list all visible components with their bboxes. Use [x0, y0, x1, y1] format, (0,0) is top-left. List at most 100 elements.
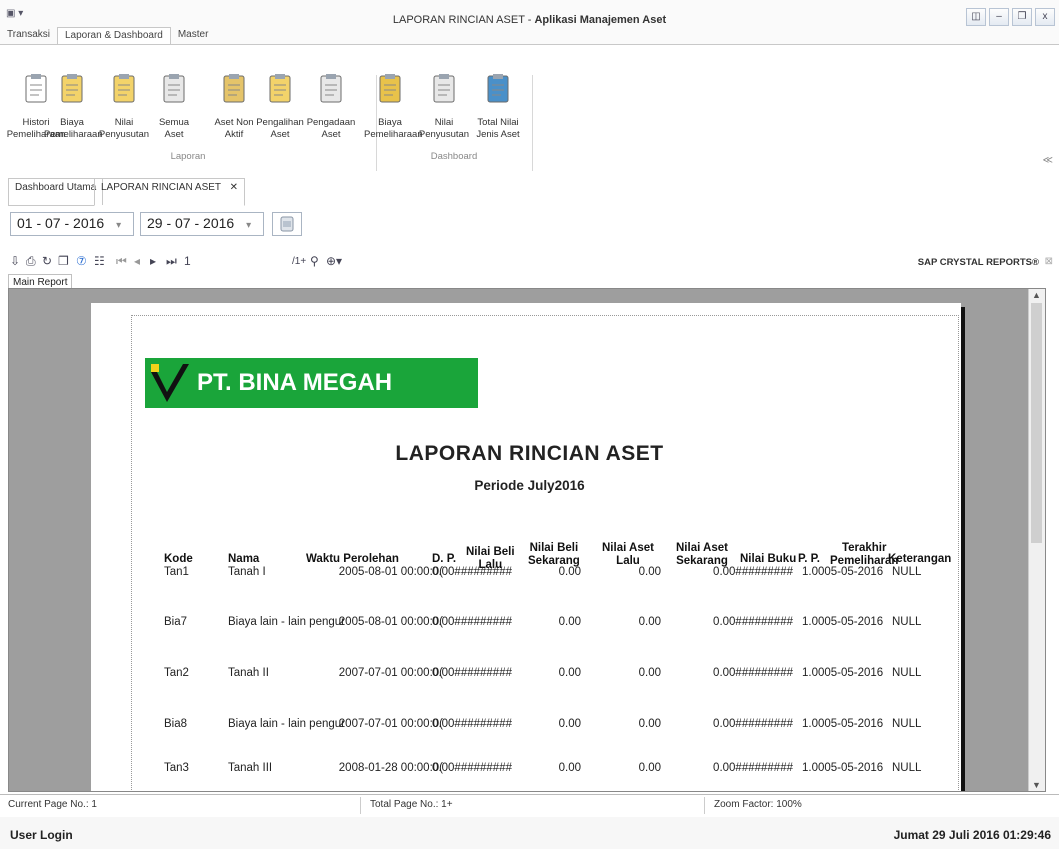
close-icon[interactable]: ⊠ — [1045, 256, 1053, 267]
tab-dashboard-utama[interactable]: Dashboard Utama — [8, 178, 104, 206]
close-tab-icon[interactable]: ✕ — [230, 182, 238, 193]
cell-nama: Tanah II — [228, 667, 269, 679]
ribbon-button-3[interactable]: Semua Aset — [152, 45, 196, 160]
area-chart-icon — [433, 73, 455, 103]
refresh-icon[interactable]: ↻ — [42, 254, 52, 268]
last-page-icon[interactable]: ⏭ — [166, 254, 177, 269]
vertical-scrollbar[interactable]: ▲ ▼ — [1028, 289, 1045, 791]
scroll-thumb[interactable] — [1031, 303, 1042, 543]
ribbon-button-label: Pengadaan Aset — [306, 117, 356, 140]
date-to-picker[interactable]: 29 - 07 - 2016 ▾ — [140, 212, 264, 236]
column-header: P. P. — [798, 553, 820, 565]
cell-waktu: 2007-07-01 00:00:0( — [338, 667, 443, 679]
minimize-button[interactable]: – — [989, 8, 1009, 26]
collapse-ribbon-icon[interactable]: ≪ — [1043, 155, 1053, 166]
column-header: Nilai Aset Sekarang — [676, 542, 728, 567]
dropdown-icon[interactable]: ▾ — [116, 220, 121, 231]
close-button[interactable]: x — [1035, 8, 1055, 26]
cell-pp_tp: 1.0005-05-2016 — [802, 762, 884, 774]
find-icon[interactable]: ⚲ — [310, 254, 319, 268]
ribbon-button-label: Biaya Pemeliharaan — [44, 117, 103, 140]
cell-nas_nbk: 0.00######### — [713, 718, 793, 730]
zoom-icon[interactable]: ⊕▾ — [326, 254, 342, 268]
cell-kode: Tan2 — [164, 667, 189, 679]
cell-kode: Tan3 — [164, 762, 189, 774]
cell-nbs: 0.00 — [558, 667, 581, 679]
status-separator — [360, 797, 361, 814]
ribbon-button-8[interactable]: Nilai Penyusutan — [416, 45, 472, 160]
ribbon-button-2[interactable]: Nilai Penyusutan — [94, 45, 154, 160]
cell-ket: NULL — [892, 667, 922, 679]
print-report-button[interactable] — [272, 212, 302, 236]
tab-transaksi[interactable]: Transaksi — [0, 27, 57, 44]
cell-pp_tp: 1.0005-05-2016 — [802, 616, 884, 628]
next-page-icon[interactable]: ▸ — [150, 254, 156, 268]
scroll-down-icon[interactable]: ▼ — [1032, 780, 1041, 790]
cell-nama: Biaya lain - lain pengur — [228, 616, 345, 628]
column-header: Keterangan — [888, 553, 952, 565]
title-bar: ▣ ▾ LAPORAN RINCIAN ASET - Aplikasi Mana… — [0, 0, 1059, 44]
ribbon-button-4[interactable]: Aset Non Aktif — [212, 45, 256, 160]
ribbon-button-1[interactable]: Biaya Pemeliharaan — [44, 45, 103, 160]
ribbon-button-7[interactable]: Biaya Pemeliharaan — [364, 45, 423, 160]
total-page-status: Total Page No.: 1+ — [370, 799, 453, 810]
ribbon-button-label: Nilai Penyusutan — [98, 117, 150, 140]
scroll-up-icon[interactable]: ▲ — [1032, 290, 1041, 300]
column-header: D. P. — [432, 553, 457, 565]
cell-ket: NULL — [892, 718, 922, 730]
cell-dp_nb: 0.00######### — [432, 566, 512, 578]
cell-nbs: 0.00 — [558, 616, 581, 628]
first-page-icon[interactable]: ⏮ — [116, 254, 127, 269]
copy-icon[interactable]: ❐ — [58, 254, 69, 268]
cell-nal: 0.00 — [638, 718, 661, 730]
clipboard-icon — [113, 73, 135, 103]
ribbon-button-label: Aset Non Aktif — [214, 117, 254, 140]
cell-waktu: 2008-01-28 00:00:0( — [338, 762, 443, 774]
cell-nama: Tanah I — [228, 566, 266, 578]
cell-kode: Tan1 — [164, 566, 189, 578]
export-icon[interactable]: ⇩ — [10, 254, 20, 268]
cell-waktu: 2007-07-01 00:00:0( — [338, 718, 443, 730]
cell-nama: Tanah III — [228, 762, 273, 774]
cell-nbs: 0.00 — [558, 762, 581, 774]
ribbon-button-label: Pengalihan Aset — [256, 117, 304, 140]
cell-nal: 0.00 — [638, 566, 661, 578]
cell-nama: Biaya lain - lain pengur — [228, 718, 345, 730]
page-number-input[interactable]: 1 — [184, 254, 191, 268]
cell-nal: 0.00 — [638, 762, 661, 774]
ribbon-button-5[interactable]: Pengalihan Aset — [252, 45, 308, 160]
date-from-picker[interactable]: 01 - 07 - 2016 ▾ — [10, 212, 134, 236]
ribbon-button-6[interactable]: Pengadaan Aset — [304, 45, 358, 160]
column-header: Nilai Beli Sekarang — [528, 542, 580, 567]
cell-ket: NULL — [892, 616, 922, 628]
restore-button[interactable]: ❐ — [1012, 8, 1032, 26]
column-header: Nama — [228, 553, 260, 565]
cell-ket: NULL — [892, 762, 922, 774]
company-logo-icon — [149, 362, 191, 404]
window-controls: ◫ – ❐ x — [966, 8, 1055, 26]
printer-icon — [280, 216, 294, 232]
cell-pp_tp: 1.0005-05-2016 — [802, 718, 884, 730]
print-icon[interactable]: ⎙ — [26, 254, 36, 269]
cell-waktu: 2005-08-01 00:00:0( — [338, 566, 443, 578]
document-tabs: Dashboard Utama LAPORAN RINCIAN ASET ✕ — [0, 173, 1059, 206]
sap-crystal-brand: SAP CRYSTAL REPORTS® — [917, 257, 1039, 268]
ribbon-tabs: Transaksi Laporan & Dashboard Master — [0, 27, 215, 44]
report-title: LAPORAN RINCIAN ASET — [395, 442, 664, 465]
tab-laporan-rincian-aset[interactable]: LAPORAN RINCIAN ASET ✕ — [94, 178, 246, 206]
ribbon-button-9[interactable]: Total Nilai Jenis Aset — [468, 45, 528, 160]
tab-master[interactable]: Master — [171, 27, 216, 44]
dropdown-icon[interactable]: ▾ — [246, 220, 251, 231]
column-header: Waktu Perolehan — [306, 553, 399, 565]
ribbon-options-icon[interactable]: ◫ — [966, 8, 986, 26]
group-tree-icon[interactable]: ☷ — [94, 254, 105, 268]
bar-chart-icon — [379, 73, 401, 103]
toggle-parameter-icon[interactable]: ⑦ — [76, 254, 87, 268]
report-period: Periode July2016 — [474, 478, 585, 493]
prev-page-icon[interactable]: ◂ — [134, 254, 140, 268]
cell-nbs: 0.00 — [558, 718, 581, 730]
clipboard-icon — [61, 73, 83, 103]
tab-laporan-dashboard[interactable]: Laporan & Dashboard — [56, 27, 171, 44]
user-login-label: User Login — [10, 828, 73, 842]
checklist-icon — [223, 73, 245, 103]
